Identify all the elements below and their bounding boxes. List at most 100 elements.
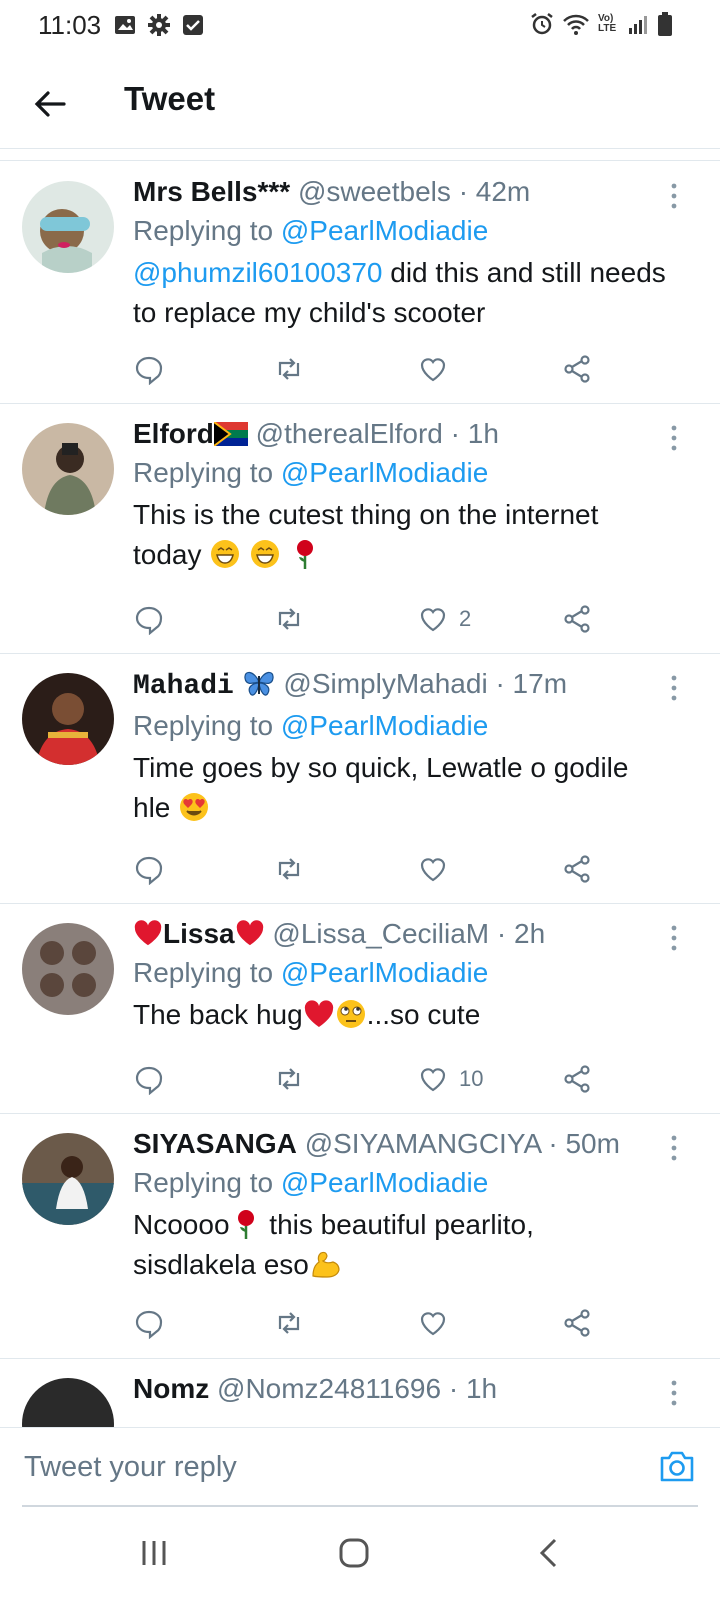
- user-handle[interactable]: @sweetbels: [298, 176, 451, 207]
- user-handle[interactable]: @therealElford: [256, 418, 443, 449]
- like-button[interactable]: 10: [417, 1061, 483, 1097]
- tweet-body: Mahadi @SimplyMahadi · 17m Replying to @…: [133, 665, 673, 828]
- user-handle[interactable]: @SimplyMahadi: [283, 668, 487, 699]
- more-options-icon[interactable]: [670, 925, 678, 951]
- reply-icon: [135, 356, 163, 385]
- tweet-item[interactable]: Lissa @Lissa_CeciliaM · 2h Replying to @…: [0, 903, 720, 1114]
- more-options-icon[interactable]: [670, 1380, 678, 1406]
- like-button[interactable]: [417, 851, 459, 887]
- like-count: 2: [459, 606, 472, 631]
- back-nav-icon[interactable]: [530, 1533, 570, 1573]
- tweet-item[interactable]: SIYASANGA @SIYAMANGCIYA · 50m Replying t…: [0, 1113, 720, 1359]
- reply-button[interactable]: [133, 1305, 165, 1341]
- user-name[interactable]: Nomz: [133, 1373, 209, 1404]
- replying-to-link[interactable]: @PearlModiadie: [281, 1167, 488, 1198]
- volte-icon: Vo) LTE: [598, 13, 617, 34]
- replying-to-link[interactable]: @PearlModiadie: [281, 215, 488, 246]
- reply-button[interactable]: [133, 351, 165, 387]
- avatar[interactable]: [22, 423, 114, 515]
- share-button[interactable]: [561, 1305, 593, 1341]
- replying-to-link[interactable]: @PearlModiadie: [281, 457, 488, 488]
- more-options-icon[interactable]: [670, 675, 678, 701]
- home-icon[interactable]: [334, 1533, 374, 1573]
- more-options-icon[interactable]: [670, 1135, 678, 1161]
- replying-to-link[interactable]: @PearlModiadie: [281, 710, 488, 741]
- tweet-body: Lissa @Lissa_CeciliaM · 2h Replying to @…: [133, 915, 673, 1035]
- retweet-button[interactable]: [273, 1061, 305, 1097]
- user-name[interactable]: Elford: [133, 418, 214, 449]
- heart-icon: [420, 608, 446, 632]
- share-button[interactable]: [561, 601, 593, 637]
- tweet-item[interactable]: Nomz @Nomz24811696 · 1h: [0, 1358, 720, 1427]
- signal-icon: [629, 16, 647, 34]
- user-name[interactable]: Lissa: [163, 918, 235, 949]
- like-button[interactable]: 2: [417, 601, 471, 637]
- avatar[interactable]: [22, 1133, 114, 1225]
- tweet-time: · 17m: [495, 668, 568, 699]
- retweet-icon: [278, 858, 300, 880]
- user-handle[interactable]: @Lissa_CeciliaM: [272, 918, 489, 949]
- retweet-icon: [278, 608, 300, 630]
- replying-label: Replying to: [133, 710, 274, 741]
- user-name[interactable]: Mahadi: [133, 671, 234, 702]
- butterfly-emoji-icon: [244, 671, 274, 696]
- reply-button[interactable]: [133, 1061, 165, 1097]
- rose-emoji-icon: [296, 540, 313, 569]
- camera-icon[interactable]: [658, 1448, 696, 1484]
- avatar[interactable]: [22, 1378, 114, 1427]
- grinning-emoji-icon: [211, 540, 240, 568]
- retweet-icon: [278, 358, 300, 380]
- share-icon: [564, 1309, 590, 1337]
- user-handle[interactable]: @Nomz24811696: [217, 1373, 441, 1404]
- tweet-actions: 2: [133, 601, 593, 637]
- tweet-body: Elford @therealElford · 1h Replying to @…: [133, 415, 673, 575]
- reply-feed[interactable]: Mrs Bells*** @sweetbels · 42m Replying t…: [0, 161, 720, 1427]
- reply-button[interactable]: [133, 851, 165, 887]
- user-name[interactable]: SIYASANGA: [133, 1128, 297, 1159]
- reply-button[interactable]: [133, 601, 165, 637]
- red-heart-emoji-icon: [134, 920, 162, 946]
- tweet-body: Nomz @Nomz24811696 · 1h: [133, 1370, 673, 1408]
- user-handle[interactable]: @SIYAMANGCIYA: [305, 1128, 541, 1159]
- back-arrow-icon[interactable]: [30, 84, 70, 124]
- tweet-item[interactable]: Mrs Bells*** @sweetbels · 42m Replying t…: [0, 161, 720, 404]
- share-button[interactable]: [561, 851, 593, 887]
- retweet-button[interactable]: [273, 601, 305, 637]
- reply-input[interactable]: [22, 1442, 626, 1492]
- tweet-body: SIYASANGA @SIYAMANGCIYA · 50m Replying t…: [133, 1125, 673, 1285]
- replying-to-link[interactable]: @PearlModiadie: [281, 957, 488, 988]
- image-icon: [115, 16, 135, 34]
- user-name[interactable]: Mrs Bells***: [133, 176, 290, 207]
- checkbox-icon: [183, 15, 203, 35]
- tweet-time: · 1h: [450, 418, 499, 449]
- heart-icon: [420, 1312, 446, 1336]
- mention-link[interactable]: @phumzil60100370: [133, 257, 382, 288]
- share-icon: [564, 1065, 590, 1093]
- more-options-icon[interactable]: [670, 183, 678, 209]
- like-button[interactable]: [417, 351, 459, 387]
- eye-roll-emoji-icon: [336, 1000, 365, 1028]
- tweet-time: · 2h: [496, 918, 546, 949]
- avatar[interactable]: [22, 923, 114, 1015]
- tweet-item[interactable]: Elford @therealElford · 1h Replying to @…: [0, 403, 720, 654]
- retweet-button[interactable]: [273, 1305, 305, 1341]
- app-header: Tweet: [0, 60, 720, 149]
- share-button[interactable]: [561, 1061, 593, 1097]
- more-options-icon[interactable]: [670, 425, 678, 451]
- replying-label: Replying to: [133, 957, 274, 988]
- avatar[interactable]: [22, 673, 114, 765]
- tweet-item[interactable]: Mahadi @SimplyMahadi · 17m Replying to @…: [0, 653, 720, 904]
- tweet-actions: [133, 851, 593, 887]
- tweet-time: · 42m: [458, 176, 531, 207]
- grinning-emoji-icon: [251, 540, 280, 568]
- reply-composer: [0, 1427, 720, 1507]
- recent-apps-icon[interactable]: [134, 1533, 174, 1573]
- share-button[interactable]: [561, 351, 593, 387]
- tweet-text: this beautiful pearlito,: [261, 1209, 534, 1240]
- like-button[interactable]: [417, 1305, 459, 1341]
- flexed-biceps-emoji-icon: [312, 1251, 340, 1278]
- reply-icon: [135, 856, 163, 885]
- retweet-button[interactable]: [273, 851, 305, 887]
- avatar[interactable]: [22, 181, 114, 273]
- retweet-button[interactable]: [273, 351, 305, 387]
